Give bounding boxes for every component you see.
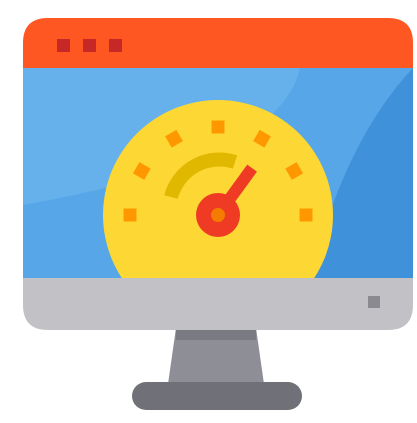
titlebar-dot-icon [109,39,122,52]
power-indicator-icon [368,296,380,308]
gauge-tick-mark [299,208,313,222]
monitor-speed-gauge-illustration [23,18,413,410]
gauge-tick-mark [211,120,225,134]
gauge-hub-center [211,208,225,222]
gauge-tick-mark [123,208,137,222]
titlebar-dot-icon [83,39,96,52]
window-titlebar [23,18,413,72]
titlebar-dots [57,39,122,52]
titlebar-dot-icon [57,39,70,52]
monitor-bezel [23,272,413,330]
monitor-stand [132,328,302,410]
stand-base [132,382,302,410]
